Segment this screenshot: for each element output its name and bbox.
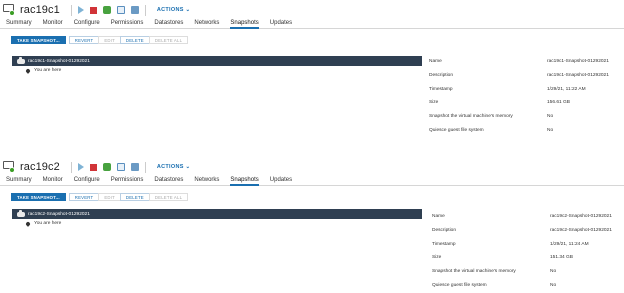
tab-permissions[interactable]: Permissions [111, 18, 144, 28]
snapshot-tree-item[interactable]: rac19c1-Snapshot-01292021 [12, 56, 422, 66]
tab-snapshots[interactable]: Snapshots [230, 18, 260, 29]
tab-monitor[interactable]: Monitor [43, 175, 63, 185]
detail-row: Timestamp 1/29/21, 11:22 AM [429, 86, 586, 92]
detail-row: Description rac19c1-Snapshot-01292021 [429, 73, 609, 79]
vm-name: rac19c2 [20, 161, 60, 173]
tab-updates[interactable]: Updates [270, 18, 292, 28]
panel-separator [0, 140, 624, 157]
delete-button[interactable]: DELETE [119, 193, 149, 201]
you-are-here-item[interactable]: You are here [25, 220, 422, 227]
actions-menu[interactable]: ACTIONS ⌄ [157, 7, 191, 13]
vm-panel-rac19c1: rac19c1 ACTIONS ⌄ Summary Monitor Config… [0, 0, 624, 140]
tab-bar: Summary Monitor Configure Permissions Da… [0, 18, 624, 29]
power-on-icon[interactable] [77, 163, 84, 171]
vm-toolbar [68, 4, 149, 16]
snapshot-tree-label: rac19c2-Snapshot-01292021 [28, 211, 90, 217]
tab-summary[interactable]: Summary [6, 18, 32, 28]
tab-configure[interactable]: Configure [74, 175, 100, 185]
detail-row: Snapshot the virtual machine's memory No [429, 114, 554, 120]
detail-row: Name rac19c2-Snapshot-01292021 [432, 214, 612, 220]
you-are-here-label: You are here [34, 68, 62, 73]
detail-row: Quiesce guest file system No [432, 282, 557, 288]
edit-button[interactable]: EDIT [98, 36, 120, 44]
revert-button[interactable]: REVERT [68, 36, 99, 44]
take-snapshot-button[interactable]: TAKE SNAPSHOT... [11, 36, 66, 44]
you-are-here-item[interactable]: You are here [25, 67, 422, 74]
revert-button[interactable]: REVERT [68, 193, 99, 201]
vm-toolbar [68, 161, 149, 173]
delete-all-button[interactable]: DELETE ALL [148, 193, 189, 201]
detail-row: Name rac19c1-Snapshot-01292021 [429, 59, 609, 65]
power-off-icon[interactable] [89, 163, 97, 171]
vm-header: rac19c2 ACTIONS ⌄ [0, 160, 190, 174]
vm-icon [3, 4, 16, 16]
tab-monitor[interactable]: Monitor [43, 18, 63, 28]
snapshot-icon [17, 209, 25, 217]
detail-row: Timestamp 1/29/21, 11:24 AM [432, 241, 589, 247]
tab-networks[interactable]: Networks [194, 18, 219, 28]
snapshot-button-row: TAKE SNAPSHOT... REVERT EDIT DELETE DELE… [11, 36, 189, 44]
detail-row: Size 156.61 GB [429, 100, 570, 106]
snapshot-icon [17, 56, 25, 64]
delete-button[interactable]: DELETE [119, 36, 149, 44]
location-pin-icon [25, 67, 31, 74]
snapshot-details: Name rac19c1-Snapshot-01292021 Descriptio… [429, 55, 624, 137]
guest-os-icon[interactable] [102, 6, 111, 14]
detail-row: Snapshot the virtual machine's memory No [432, 269, 557, 275]
detail-row: Quiesce guest file system No [429, 127, 554, 133]
edit-button[interactable]: EDIT [98, 193, 120, 201]
migrate-icon[interactable] [130, 6, 139, 14]
tab-networks[interactable]: Networks [194, 175, 219, 185]
detail-row: Description rac19c2-Snapshot-01292021 [432, 228, 612, 234]
power-on-icon[interactable] [77, 6, 84, 14]
console-icon[interactable] [116, 163, 125, 171]
take-snapshot-button[interactable]: TAKE SNAPSHOT... [11, 193, 66, 201]
vm-panel-rac19c2: rac19c2 ACTIONS ⌄ Summary Monitor Config… [0, 157, 624, 293]
vm-header: rac19c1 ACTIONS ⌄ [0, 3, 190, 17]
tab-summary[interactable]: Summary [6, 175, 32, 185]
tab-bar: Summary Monitor Configure Permissions Da… [0, 175, 624, 186]
snapshot-tree-label: rac19c1-Snapshot-01292021 [28, 58, 90, 64]
vm-name: rac19c1 [20, 4, 60, 16]
detail-row: Size 151.34 GB [432, 255, 573, 261]
tab-snapshots[interactable]: Snapshots [230, 175, 260, 186]
tab-datastores[interactable]: Datastores [154, 175, 183, 185]
snapshot-tree-item[interactable]: rac19c2-Snapshot-01292021 [12, 209, 422, 219]
console-icon[interactable] [116, 6, 125, 14]
snapshot-button-row: TAKE SNAPSHOT... REVERT EDIT DELETE DELE… [11, 193, 189, 201]
you-are-here-label: You are here [34, 221, 62, 226]
tab-updates[interactable]: Updates [270, 175, 292, 185]
actions-menu[interactable]: ACTIONS ⌄ [157, 164, 191, 170]
snapshot-details: Name rac19c2-Snapshot-01292021 Descriptio… [432, 210, 624, 292]
tab-permissions[interactable]: Permissions [111, 175, 144, 185]
snapshot-tree: rac19c1-Snapshot-01292021 You are here [12, 56, 422, 74]
guest-os-icon[interactable] [102, 163, 111, 171]
snapshot-tree: rac19c2-Snapshot-01292021 You are here [12, 209, 422, 227]
vm-icon [3, 161, 16, 173]
migrate-icon[interactable] [130, 163, 139, 171]
power-off-icon[interactable] [89, 6, 97, 14]
tab-datastores[interactable]: Datastores [154, 18, 183, 28]
tab-configure[interactable]: Configure [74, 18, 100, 28]
delete-all-button[interactable]: DELETE ALL [148, 36, 189, 44]
location-pin-icon [25, 220, 31, 227]
